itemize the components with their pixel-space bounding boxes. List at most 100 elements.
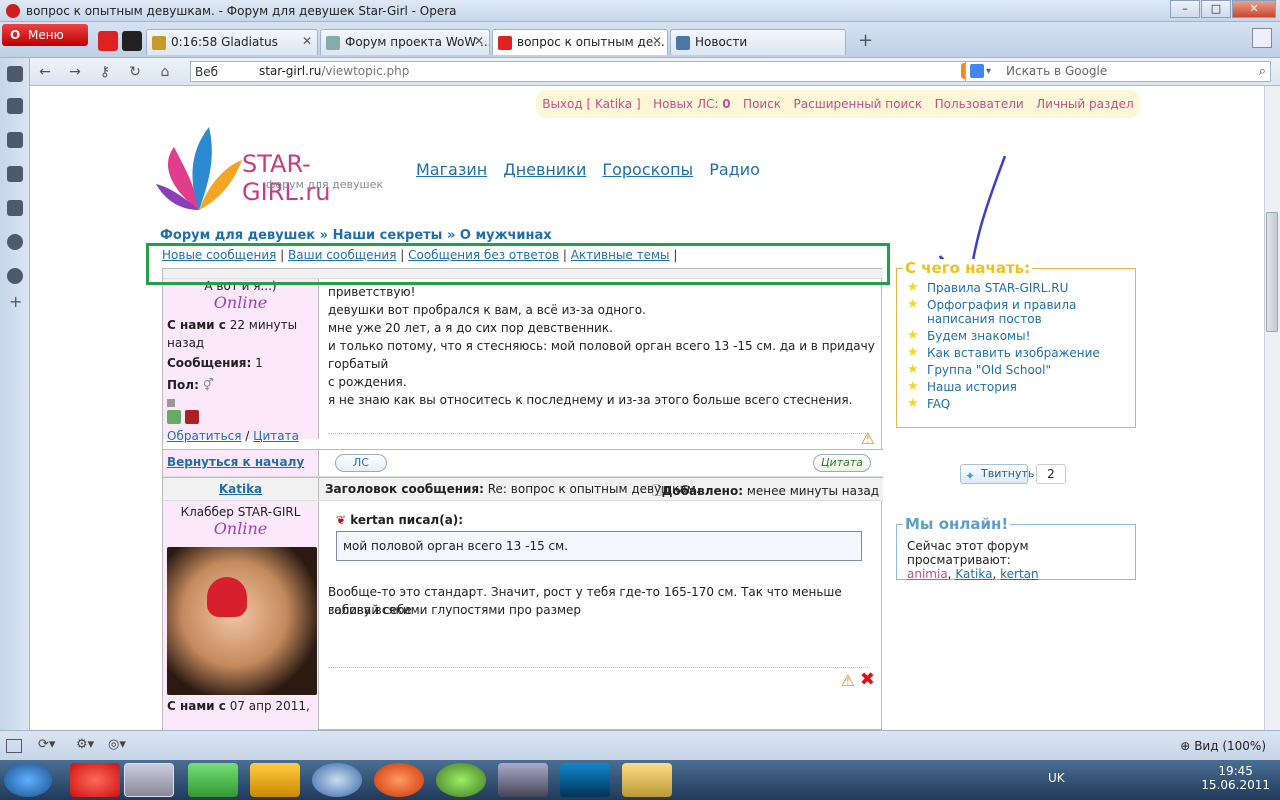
site-logo[interactable]: STAR-GIRL.ru форум для девушек bbox=[154, 122, 394, 217]
tweet-button[interactable]: ✦ Твитнуть bbox=[960, 464, 1034, 484]
taskbar-app-icon[interactable] bbox=[498, 763, 548, 797]
tab-close-icon[interactable]: ✕ bbox=[474, 34, 484, 48]
taskbar-safari-icon[interactable] bbox=[312, 763, 362, 797]
chevron-down-icon[interactable]: ▾ bbox=[986, 62, 991, 81]
tab-gladiatus[interactable]: 0:16:58 Gladiatus ✕ bbox=[146, 29, 318, 55]
maximize-button[interactable]: □ bbox=[1201, 0, 1231, 18]
nav-shop[interactable]: Магазин bbox=[416, 160, 487, 179]
taskbar-opera-icon[interactable] bbox=[124, 763, 174, 797]
delete-icon[interactable]: ✖ bbox=[860, 669, 875, 690]
personal-section-link[interactable]: Личный раздел bbox=[1036, 97, 1134, 111]
list-item[interactable]: Орфография и правила написания постов bbox=[907, 297, 1127, 326]
opera-pinned-tab-icon[interactable] bbox=[98, 31, 118, 51]
tab-bar: Меню 0:16:58 Gladiatus ✕ Форум проекта W… bbox=[0, 22, 1280, 58]
key-icon[interactable]: ⚷ bbox=[96, 63, 114, 81]
new-pm-link[interactable]: Новых ЛС: 0 bbox=[653, 97, 730, 111]
taskbar-winamp-icon[interactable] bbox=[250, 763, 300, 797]
forward-icon[interactable]: → bbox=[66, 63, 84, 81]
minimize-button[interactable]: – bbox=[1170, 0, 1200, 18]
taskbar-utorrent-icon[interactable] bbox=[436, 763, 486, 797]
address-input[interactable]: Веб star-girl.ru/viewtopic.php bbox=[190, 61, 980, 82]
back-to-top-link[interactable]: Вернуться к началу bbox=[167, 455, 304, 469]
unite-icon[interactable]: ⚙▾ bbox=[76, 737, 94, 752]
thumbs-down-icon[interactable] bbox=[184, 410, 199, 424]
taskbar-app-icon[interactable] bbox=[188, 763, 238, 797]
online-user-link[interactable]: animia bbox=[907, 567, 948, 581]
post2-header: Katika Заголовок сообщения: Re: вопрос к… bbox=[163, 477, 883, 501]
list-item[interactable]: Группа "Old School" bbox=[907, 362, 1127, 377]
contact-link[interactable]: Обратиться bbox=[167, 429, 241, 443]
list-item[interactable]: Как вставить изображение bbox=[907, 345, 1127, 360]
tab-close-icon[interactable]: ✕ bbox=[302, 34, 312, 48]
pm-button[interactable]: ЛС bbox=[335, 454, 387, 472]
trash-icon[interactable] bbox=[1252, 28, 1272, 48]
logo-subtitle: форум для девушек bbox=[266, 178, 384, 191]
opera-menu-button[interactable]: Меню bbox=[2, 24, 88, 46]
page-scrollbar[interactable] bbox=[1264, 86, 1280, 730]
quote-link[interactable]: Цитата bbox=[253, 429, 299, 443]
bookmarks-icon[interactable] bbox=[7, 66, 23, 82]
report-warning-icon[interactable]: ⚠ bbox=[841, 671, 855, 690]
search-go-icon[interactable]: ⌕ bbox=[1259, 62, 1266, 81]
online-user-link[interactable]: kertan bbox=[1000, 567, 1039, 581]
new-tab-plus-icon[interactable]: + bbox=[858, 30, 873, 51]
downloads-icon[interactable] bbox=[7, 200, 23, 216]
add-panel-icon[interactable]: + bbox=[9, 292, 22, 311]
gladiatus-icon bbox=[152, 36, 166, 50]
widgets-icon[interactable] bbox=[7, 132, 23, 148]
nav-diaries[interactable]: Дневники bbox=[503, 160, 586, 179]
sync-icon[interactable]: ⟳▾ bbox=[38, 737, 55, 752]
zoom-control[interactable]: ⊕ Вид (100%) bbox=[1180, 739, 1266, 753]
game-pinned-tab-icon[interactable] bbox=[122, 31, 142, 51]
address-prefix: Веб bbox=[195, 65, 219, 79]
author-name-link[interactable]: Katika bbox=[219, 482, 262, 496]
reload-icon[interactable]: ↻ bbox=[126, 63, 144, 81]
list-item[interactable]: FAQ bbox=[907, 396, 1127, 411]
settings-icon[interactable] bbox=[7, 98, 23, 114]
thumbs-up-icon[interactable] bbox=[167, 410, 181, 424]
nav-horoscopes[interactable]: Гороскопы bbox=[602, 160, 693, 179]
search-link[interactable]: Поиск bbox=[743, 97, 781, 111]
notes-icon[interactable] bbox=[7, 166, 23, 182]
list-item[interactable]: Наша история bbox=[907, 379, 1127, 394]
logout-link[interactable]: Выход [ Katika ] bbox=[542, 97, 640, 111]
breadcrumb-secrets[interactable]: Наши секреты bbox=[333, 228, 443, 243]
opera-icon bbox=[6, 3, 20, 18]
flower-logo-icon bbox=[156, 127, 242, 210]
who-is-online-box: Мы онлайн! Сейчас этот форум просматрива… bbox=[896, 515, 1136, 581]
taskbar-heart-app-icon[interactable] bbox=[70, 763, 120, 797]
report-warning-icon[interactable]: ⚠ bbox=[861, 429, 875, 448]
post-line: я не знаю как вы относитесь к последнему… bbox=[328, 393, 853, 407]
users-link[interactable]: Пользователи bbox=[935, 97, 1024, 111]
start-button[interactable] bbox=[4, 763, 52, 797]
advanced-search-link[interactable]: Расширенный поиск bbox=[794, 97, 923, 111]
list-item[interactable]: Правила STAR-GIRL.RU bbox=[907, 280, 1127, 295]
turbo-icon[interactable]: ◎▾ bbox=[108, 737, 126, 752]
history-icon[interactable] bbox=[7, 234, 23, 250]
language-indicator[interactable]: UK bbox=[1048, 771, 1065, 785]
home-icon[interactable]: ⌂ bbox=[156, 63, 174, 81]
tab-wow-forum[interactable]: Форум проекта WoW ... ✕ bbox=[320, 29, 490, 55]
quote-button[interactable]: Цитата bbox=[813, 454, 871, 472]
author-rank: Клаббер STAR-GIRL bbox=[180, 505, 301, 519]
breadcrumb-forum[interactable]: Форум для девушек bbox=[160, 228, 315, 243]
taskbar-app-icon[interactable] bbox=[374, 763, 424, 797]
panel-toggle-icon[interactable] bbox=[6, 739, 22, 753]
taskbar-photoshop-icon[interactable] bbox=[560, 763, 610, 797]
forum-page: Выход [ Katika ] Новых ЛС: 0 Поиск Расши… bbox=[146, 86, 1148, 730]
breadcrumb-men[interactable]: О мужчинах bbox=[460, 228, 552, 243]
search-input[interactable]: ▾ Искать в Google ⌕ bbox=[965, 61, 1271, 82]
clock[interactable]: 19:45 15.06.2011 bbox=[1201, 764, 1270, 792]
back-icon[interactable]: ← bbox=[36, 63, 54, 81]
avatar bbox=[167, 547, 317, 695]
close-button[interactable]: ✕ bbox=[1232, 0, 1276, 18]
taskbar-explorer-icon[interactable] bbox=[622, 763, 672, 797]
scrollbar-thumb[interactable] bbox=[1266, 212, 1278, 332]
search-icon[interactable] bbox=[7, 268, 23, 284]
tab-vk-news[interactable]: Новости bbox=[670, 29, 846, 55]
tab-close-icon[interactable]: ✕ bbox=[652, 34, 662, 48]
nav-radio[interactable]: Радио bbox=[709, 160, 760, 179]
online-user-link[interactable]: Katika bbox=[955, 567, 992, 581]
list-item[interactable]: Будем знакомы! bbox=[907, 328, 1127, 343]
tab-star-girl[interactable]: вопрос к опытным де... ✕ bbox=[492, 29, 668, 55]
